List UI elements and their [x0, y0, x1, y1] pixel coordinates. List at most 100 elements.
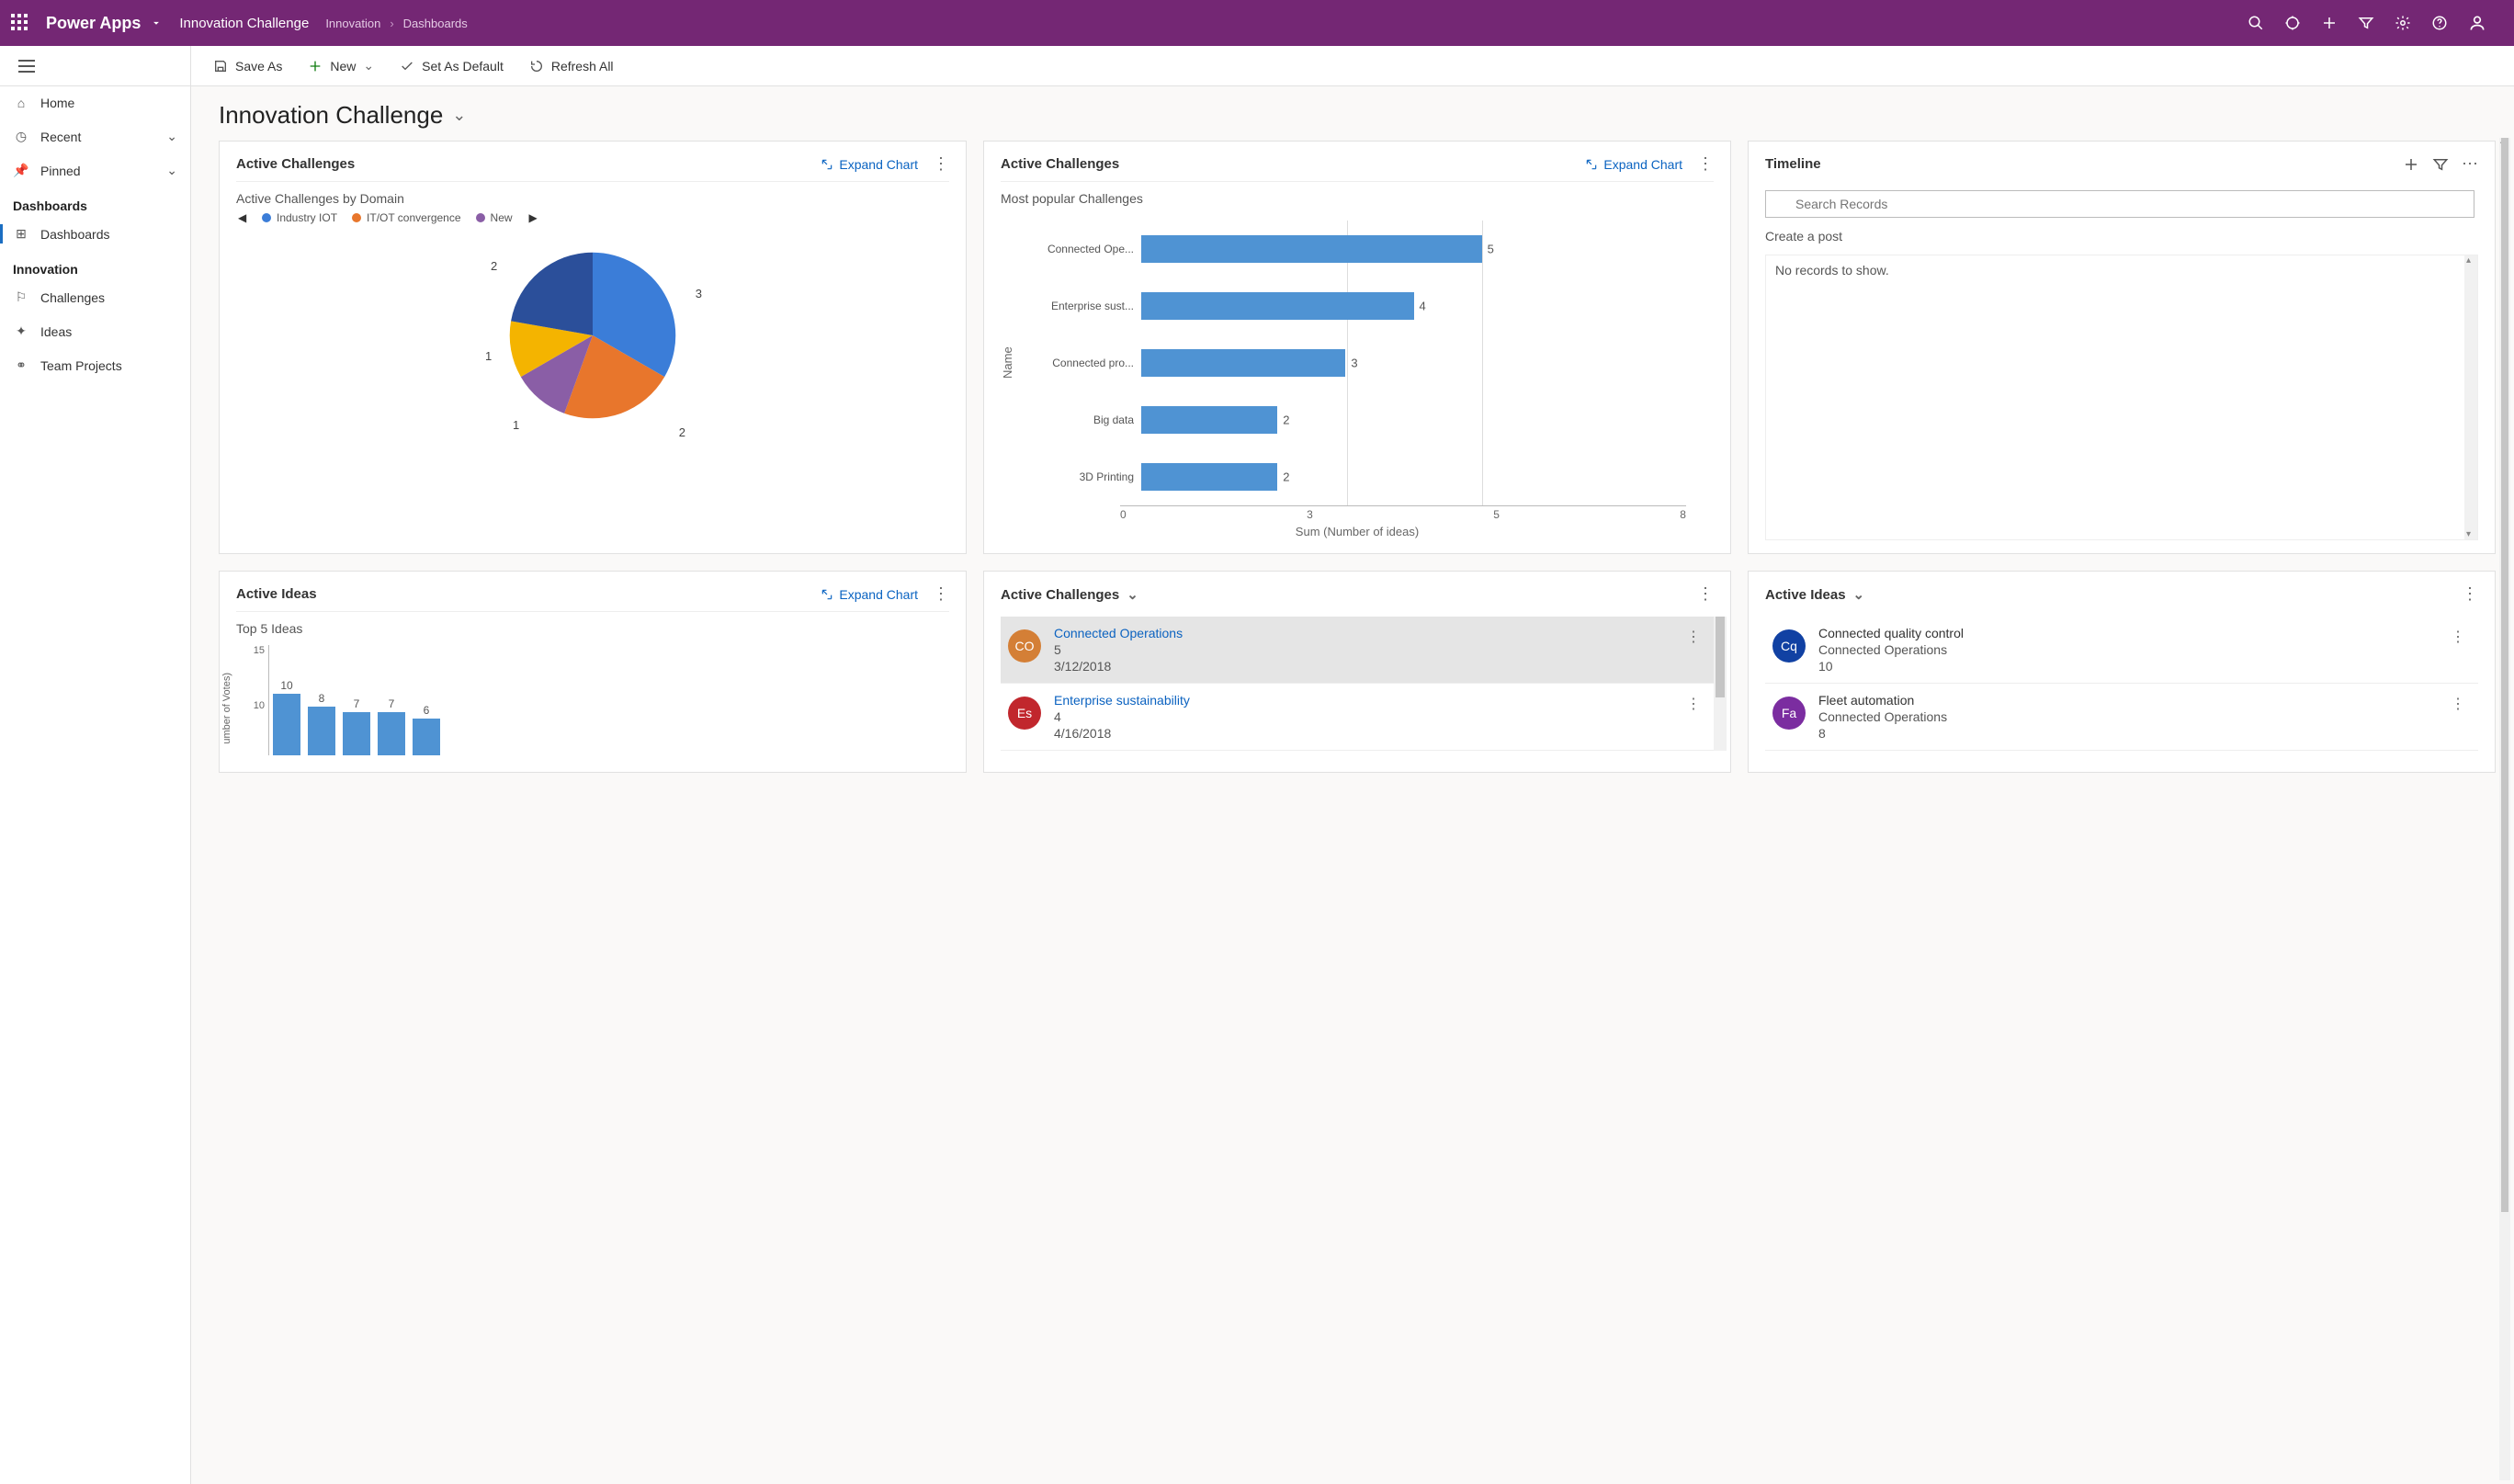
sidebar-item-dashboards[interactable]: ⊞ Dashboards [0, 217, 190, 251]
gear-icon[interactable] [2395, 15, 2411, 31]
chevron-down-icon: ⌄ [166, 163, 177, 178]
chevron-down-icon[interactable]: ⌄ [363, 58, 374, 74]
list-body: CO Connected Operations 5 3/12/2018 ⋮Es … [1001, 617, 1714, 751]
cmd-label: Set As Default [422, 59, 504, 74]
vbar-value: 7 [354, 697, 360, 710]
sidebar-item-pinned[interactable]: 📌 Pinned ⌄ [0, 153, 190, 187]
list-item-title[interactable]: Enterprise sustainability [1054, 693, 1668, 708]
help-icon[interactable] [2431, 15, 2448, 31]
page-scrollbar[interactable] [2499, 138, 2510, 1480]
vbar[interactable]: 10 [273, 679, 300, 755]
chevron-down-icon[interactable]: ⌄ [1853, 587, 1865, 603]
hbar-category: Enterprise sust... [1024, 300, 1134, 312]
add-icon[interactable] [2403, 156, 2419, 173]
pie-chart[interactable]: 3 2 1 1 2 [505, 248, 680, 423]
timeline-search-input[interactable] [1765, 190, 2474, 218]
legend-item[interactable]: New [476, 211, 513, 224]
user-icon[interactable] [2468, 14, 2486, 32]
hbar-value: 2 [1283, 413, 1289, 427]
command-bar: Save As New ⌄ Set As Default Refresh All [191, 46, 2514, 86]
expand-label: Expand Chart [839, 587, 918, 602]
vbar[interactable]: 6 [413, 704, 440, 755]
list-item[interactable]: Es Enterprise sustainability 4 4/16/2018… [1001, 684, 1714, 751]
expand-icon [821, 588, 833, 601]
more-icon[interactable]: ⋮ [1681, 626, 1706, 648]
list-item[interactable]: Cq Connected quality control Connected O… [1765, 617, 2478, 684]
list-scrollbar[interactable] [1714, 617, 1727, 751]
create-post-link[interactable]: Create a post [1765, 229, 2478, 244]
more-icon[interactable]: ⋯ [2462, 154, 2478, 174]
vbar[interactable]: 7 [343, 697, 370, 755]
chevron-down-icon [150, 17, 163, 29]
more-icon[interactable]: ⋮ [933, 154, 949, 174]
hbar-chart[interactable]: Name Connected Ope... 5Enterprise sust..… [1001, 221, 1714, 505]
hbar-row[interactable]: Connected Ope... 5 [1024, 231, 1686, 267]
nav-collapse-button[interactable] [0, 46, 190, 86]
more-icon[interactable]: ⋮ [1697, 584, 1714, 604]
environment-name[interactable]: Innovation Challenge [179, 16, 309, 31]
legend-item[interactable]: Industry IOT [262, 211, 337, 224]
more-icon[interactable]: ⋮ [1697, 154, 1714, 174]
product-brand[interactable]: Power Apps [46, 14, 163, 33]
more-icon[interactable]: ⋮ [1681, 693, 1706, 715]
vbar[interactable]: 8 [308, 692, 335, 755]
list-item-title[interactable]: Fleet automation [1818, 693, 2432, 708]
more-icon[interactable]: ⋮ [933, 584, 949, 604]
new-button[interactable]: New ⌄ [308, 58, 374, 74]
breadcrumb-item[interactable]: Dashboards [403, 17, 468, 30]
sidebar-item-home[interactable]: ⌂ Home [0, 86, 190, 119]
sidebar-item-label: Pinned [40, 164, 81, 178]
timeline-scrollbar[interactable] [2464, 255, 2477, 539]
filter-icon[interactable] [2358, 15, 2374, 31]
list-item-sub: 5 [1054, 642, 1668, 657]
legend-prev-icon[interactable]: ◀ [236, 211, 247, 224]
sidebar-item-team-projects[interactable]: ⚭ Team Projects [0, 348, 190, 382]
sidebar-group-innovation: Innovation [0, 251, 190, 280]
list-item-title[interactable]: Connected quality control [1818, 626, 2432, 640]
product-name: Power Apps [46, 14, 141, 33]
hbar-row[interactable]: Connected pro... 3 [1024, 345, 1686, 381]
vbar[interactable]: 7 [378, 697, 405, 755]
vbar-chart[interactable]: umber of Votes) 15 10 108776 [236, 645, 949, 755]
main-area: Save As New ⌄ Set As Default Refresh All… [191, 46, 2514, 1484]
chevron-down-icon[interactable]: ⌄ [1127, 587, 1138, 603]
sidebar-item-challenges[interactable]: ⚐ Challenges [0, 280, 190, 314]
search-icon[interactable] [2248, 15, 2264, 31]
sidebar-item-ideas[interactable]: ✦ Ideas [0, 314, 190, 348]
vbar-value: 6 [424, 704, 430, 717]
list-item-sub: 4 [1054, 709, 1668, 724]
more-icon[interactable]: ⋮ [2445, 626, 2471, 648]
hbar-row[interactable]: 3D Printing 2 [1024, 459, 1686, 495]
add-icon[interactable] [2321, 15, 2338, 31]
filter-icon[interactable] [2432, 156, 2449, 173]
target-icon[interactable] [2284, 15, 2301, 31]
more-icon[interactable]: ⋮ [2462, 584, 2478, 604]
card-title: Active Challenges [1001, 156, 1119, 172]
list-item-title[interactable]: Connected Operations [1054, 626, 1668, 640]
legend-item[interactable]: IT/OT convergence [352, 211, 461, 224]
hbar-row[interactable]: Big data 2 [1024, 402, 1686, 438]
list-item[interactable]: CO Connected Operations 5 3/12/2018 ⋮ [1001, 617, 1714, 684]
setdefault-button[interactable]: Set As Default [400, 59, 504, 74]
more-icon[interactable]: ⋮ [2445, 693, 2471, 715]
avatar: Fa [1772, 697, 1806, 730]
cmd-label: New [330, 59, 356, 74]
sidebar-item-recent[interactable]: ◷ Recent ⌄ [0, 119, 190, 153]
page-title: Innovation Challenge [219, 101, 443, 130]
chevron-down-icon[interactable]: ⌄ [452, 106, 466, 125]
saveas-button[interactable]: Save As [213, 59, 282, 74]
app-launcher-icon[interactable] [11, 14, 29, 32]
card-active-ideas-list: Active Ideas⌄ ⋮ Cq Connected quality con… [1748, 571, 2496, 773]
expand-chart-button[interactable]: Expand Chart [1585, 157, 1682, 172]
expand-chart-button[interactable]: Expand Chart [821, 157, 918, 172]
breadcrumb-item[interactable]: Innovation [325, 17, 380, 30]
vbar-value: 7 [389, 697, 395, 710]
pin-icon: 📌 [13, 163, 29, 178]
legend-next-icon[interactable]: ▶ [527, 211, 538, 224]
hbar-row[interactable]: Enterprise sust... 4 [1024, 288, 1686, 324]
list-item[interactable]: Fa Fleet automation Connected Operations… [1765, 684, 2478, 751]
list-item-sub: 8 [1818, 726, 2432, 741]
refresh-button[interactable]: Refresh All [529, 59, 614, 74]
breadcrumb: Innovation › Dashboards [325, 17, 467, 30]
expand-chart-button[interactable]: Expand Chart [821, 587, 918, 602]
